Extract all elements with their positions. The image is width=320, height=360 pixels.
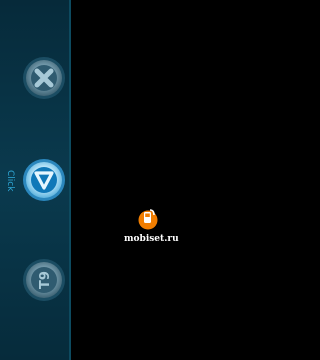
triangle-down-icon <box>23 159 65 201</box>
screen: Click T9 mobiset.ru <box>0 0 240 360</box>
click-label: Click <box>5 170 15 192</box>
side-panel: Click T9 <box>0 0 71 360</box>
close-icon <box>23 57 65 99</box>
t9-mode-button[interactable]: T9 <box>22 258 66 302</box>
mobiset-logo-icon <box>138 209 158 230</box>
watermark-text: mobiset.ru <box>124 234 179 244</box>
t9-mode-text: T9 <box>38 271 53 289</box>
close-button[interactable] <box>22 56 66 100</box>
down-button[interactable] <box>22 158 66 202</box>
t9-mode-icon: T9 <box>23 259 65 301</box>
watermark: mobiset.ru <box>124 207 194 257</box>
